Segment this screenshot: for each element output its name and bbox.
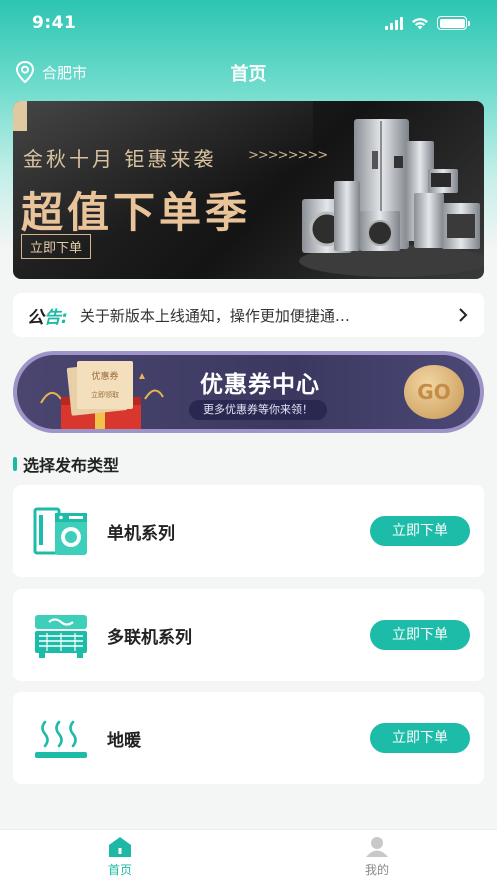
coupon-center-inner: 优惠券 立即领取 优惠券中心 更多优惠券等你来领！ GO	[17, 355, 480, 429]
ticket-sub: 立即领取	[91, 390, 119, 399]
banner-accent-stripe	[13, 101, 27, 131]
floor-heating-icon	[35, 720, 87, 758]
battery-icon	[437, 16, 470, 30]
promo-banner[interactable]: 金秋十月 钜惠来袭 >>>>>>>> 超值下单季 立即下单	[13, 101, 484, 279]
section-heading: 选择发布类型	[13, 452, 119, 476]
banner-headline: 超值下单季	[21, 188, 252, 237]
nav-bar: 合肥市 首页	[0, 52, 497, 92]
section-title: 选择发布类型	[23, 456, 120, 475]
order-now-button[interactable]: 立即下单	[370, 516, 470, 546]
coupon-gift-icon: 优惠券 立即领取	[40, 361, 164, 429]
tab-mine-label: 我的	[364, 863, 389, 877]
announcement-tag-part1: 公	[27, 307, 44, 328]
hvac-unit-icon	[35, 615, 87, 658]
coupon-center-banner[interactable]: 优惠券 立即领取 优惠券中心 更多优惠券等你来领！ GO	[13, 351, 484, 433]
announcement-tag: 公告:	[27, 303, 68, 328]
announcement-text: 关于新版本上线通知，操作更加便捷通…	[79, 306, 350, 325]
section-accent-bar	[13, 457, 17, 471]
ticket-label: 优惠券	[91, 370, 118, 382]
bottom-tab-bar: 首页 我的	[0, 829, 497, 883]
chevron-right-icon	[459, 308, 468, 322]
order-now-button[interactable]: 立即下单	[370, 723, 470, 753]
page-title: 首页	[230, 64, 267, 85]
category-card-multi-split[interactable]: 多联机系列 立即下单	[13, 589, 484, 681]
category-label: 多联机系列	[107, 628, 192, 648]
category-card-standalone[interactable]: 单机系列 立即下单	[13, 485, 484, 577]
status-icons	[385, 16, 470, 30]
coupon-subtitle: 更多优惠券等你来领！	[189, 400, 327, 420]
washer-icon	[33, 507, 87, 555]
cellular-signal-icon	[385, 16, 403, 30]
category-label: 地暖	[107, 731, 141, 751]
wifi-icon	[412, 17, 428, 29]
announcement-bar[interactable]: 公告: 关于新版本上线通知，操作更加便捷通…	[13, 293, 484, 337]
category-card-floor-heating[interactable]: 地暖 立即下单	[13, 692, 484, 784]
category-label: 单机系列	[107, 524, 175, 544]
tab-mine[interactable]: 我的	[337, 836, 417, 878]
banner-subtitle: 金秋十月 钜惠来袭	[23, 147, 217, 171]
tab-home-label: 首页	[107, 863, 132, 877]
status-time: 9:41	[32, 13, 77, 33]
tab-home[interactable]: 首页	[80, 836, 160, 878]
home-icon	[109, 837, 131, 857]
coupon-title: 优惠券中心	[200, 372, 320, 398]
coupon-go-button[interactable]: GO	[404, 365, 464, 419]
status-bar: 9:41	[0, 0, 497, 46]
order-now-button[interactable]: 立即下单	[370, 620, 470, 650]
banner-order-button[interactable]: 立即下单	[21, 234, 92, 259]
announcement-tag-part2: 告:	[44, 307, 68, 328]
profile-icon	[366, 837, 388, 857]
appliances-illustration	[299, 119, 484, 277]
